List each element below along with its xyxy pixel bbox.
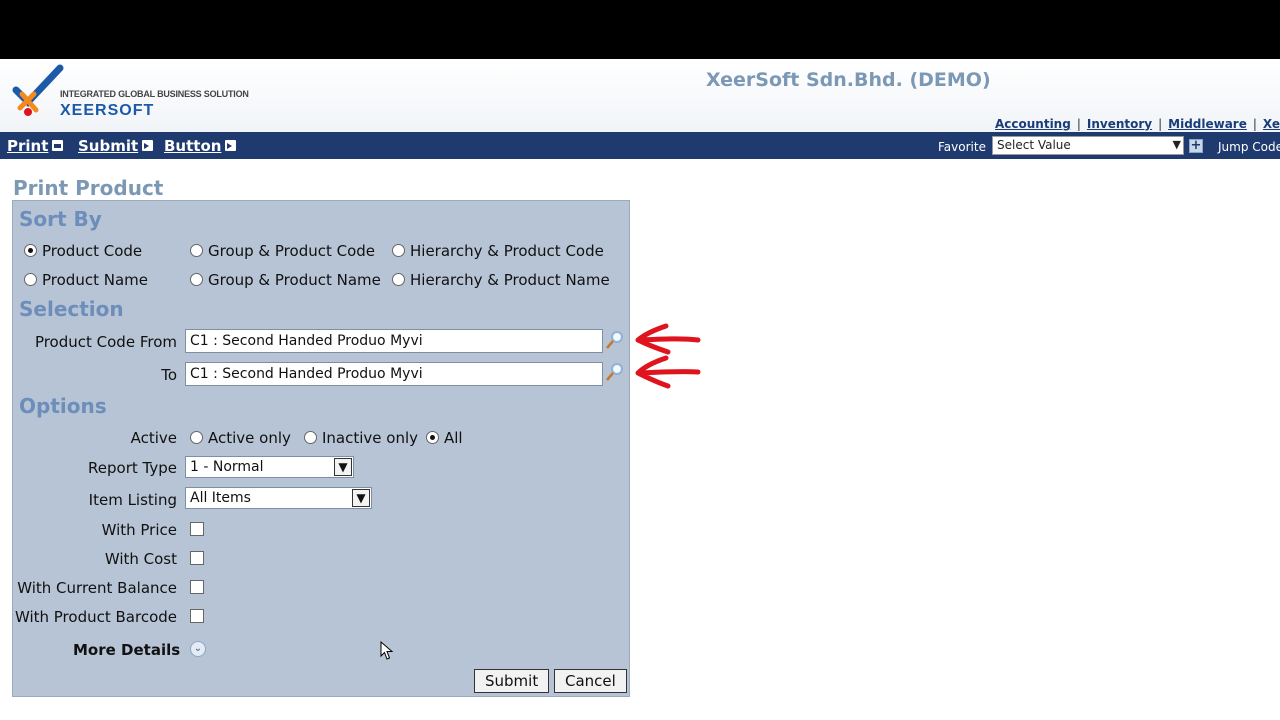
with-product-barcode-label: With Product Barcode — [14, 608, 177, 626]
radio-label: Group & Product Name — [208, 271, 381, 289]
logo-name: XEERSOFT — [60, 102, 155, 119]
chevron-down-icon: ▼ — [1172, 138, 1181, 151]
active-only-radio[interactable]: Active only — [190, 429, 291, 447]
favorite-value: Select Value — [997, 138, 1071, 152]
printer-icon — [52, 140, 64, 151]
page-title: Print Product — [13, 176, 164, 200]
radio-icon — [190, 273, 203, 286]
jump-code-label: Jump Code — [1218, 140, 1280, 154]
active-all-radio[interactable]: All — [426, 429, 463, 447]
report-type-select[interactable]: 1 - Normal ▼ — [185, 456, 354, 478]
product-code-from-input[interactable]: C1 : Second Handed Produo Myvi — [185, 329, 603, 353]
with-price-checkbox[interactable] — [190, 522, 204, 536]
with-cost-label: With Cost — [104, 550, 177, 568]
submit-label: Submit — [78, 137, 139, 155]
report-type-label: Report Type — [88, 459, 177, 477]
search-icon[interactable] — [604, 361, 626, 383]
xeersoft-logo: INTEGRATED GLOBAL BUSINESS SOLUTION XEER… — [10, 64, 270, 126]
item-listing-label: Item Listing — [88, 491, 177, 509]
item-listing-select[interactable]: All Items ▼ — [185, 487, 372, 509]
product-code-from-label: Product Code From — [34, 333, 177, 351]
red-arrow-annotation-icon — [635, 355, 701, 389]
mouse-cursor-icon — [380, 641, 394, 660]
arrow-icon — [142, 140, 154, 151]
submit-button[interactable]: Submit — [474, 669, 550, 693]
radio-icon — [392, 244, 405, 257]
screen-top-black-bar — [0, 0, 1280, 59]
radio-label: Product Name — [42, 271, 148, 289]
company-title: XeerSoft Sdn.Bhd. (DEMO) — [706, 69, 991, 91]
separator: | — [1158, 117, 1163, 131]
module-links: Accounting | Inventory | Middleware | Xe — [995, 117, 1280, 131]
radio-label: All — [444, 429, 463, 447]
module-link-inventory[interactable]: Inventory — [1087, 117, 1152, 131]
radio-icon — [24, 244, 37, 257]
favorite-label: Favorite — [938, 140, 986, 154]
print-button[interactable]: Print — [7, 137, 64, 155]
radio-label: Hierarchy & Product Code — [410, 242, 604, 260]
product-code-to-label: To — [161, 366, 177, 384]
favorite-select[interactable]: Select Value ▼ — [992, 136, 1184, 155]
selection-heading: Selection — [19, 297, 124, 321]
radio-icon — [190, 244, 203, 257]
arrow-icon — [225, 140, 237, 151]
more-details-label: More Details — [73, 641, 181, 659]
inactive-only-radio[interactable]: Inactive only — [304, 429, 418, 447]
sort-by-heading: Sort By — [19, 207, 102, 231]
radio-icon — [190, 431, 203, 444]
options-heading: Options — [19, 394, 107, 418]
with-price-label: With Price — [101, 521, 177, 539]
print-product-form: Sort By Product Code Group & Product Cod… — [12, 200, 630, 697]
report-type-value: 1 - Normal — [190, 459, 264, 475]
module-link-accounting[interactable]: Accounting — [995, 117, 1071, 131]
add-favorite-button[interactable]: + — [1189, 139, 1203, 153]
radio-icon — [304, 431, 317, 444]
sort-hierarchy-product-code-radio[interactable]: Hierarchy & Product Code — [392, 242, 604, 260]
sort-group-product-name-radio[interactable]: Group & Product Name — [190, 271, 381, 289]
sort-product-name-radio[interactable]: Product Name — [24, 271, 148, 289]
with-product-barcode-checkbox[interactable] — [190, 609, 204, 623]
radio-label: Inactive only — [322, 429, 419, 447]
product-code-to-input[interactable]: C1 : Second Handed Produo Myvi — [185, 362, 603, 386]
radio-icon — [24, 273, 37, 286]
expand-more-icon[interactable]: ⌄ — [190, 641, 206, 657]
separator: | — [1076, 117, 1081, 131]
search-icon[interactable] — [604, 329, 626, 351]
with-current-balance-checkbox[interactable] — [190, 580, 204, 594]
toolbar-submit-button[interactable]: Submit — [78, 137, 154, 155]
active-label: Active — [130, 429, 177, 447]
sort-hierarchy-product-name-radio[interactable]: Hierarchy & Product Name — [392, 271, 610, 289]
chevron-down-icon: ▼ — [334, 458, 352, 476]
module-link-middleware[interactable]: Middleware — [1168, 117, 1247, 131]
button-label: Button — [164, 137, 222, 155]
module-link-xe[interactable]: Xe — [1263, 117, 1280, 131]
print-label: Print — [7, 137, 49, 155]
radio-label: Group & Product Code — [208, 242, 376, 260]
with-current-balance-label: With Current Balance — [17, 579, 177, 597]
logo-tagline: INTEGRATED GLOBAL BUSINESS SOLUTION — [60, 89, 249, 99]
toolbar-button-button[interactable]: Button — [164, 137, 237, 155]
cancel-button[interactable]: Cancel — [554, 669, 627, 693]
sort-product-code-radio[interactable]: Product Code — [24, 242, 142, 260]
chevron-down-icon: ▼ — [352, 489, 370, 507]
sort-group-product-code-radio[interactable]: Group & Product Code — [190, 242, 375, 260]
radio-label: Product Code — [42, 242, 143, 260]
radio-label: Active only — [208, 429, 291, 447]
separator: | — [1252, 117, 1257, 131]
radio-icon — [426, 431, 439, 444]
radio-icon — [392, 273, 405, 286]
with-cost-checkbox[interactable] — [190, 551, 204, 565]
app-header: INTEGRATED GLOBAL BUSINESS SOLUTION XEER… — [0, 59, 1280, 132]
toolbar: Print Submit Button Favorite Select Valu… — [0, 132, 1280, 159]
radio-label: Hierarchy & Product Name — [410, 271, 610, 289]
logo-mark-icon — [12, 64, 64, 116]
item-listing-value: All Items — [190, 490, 251, 506]
